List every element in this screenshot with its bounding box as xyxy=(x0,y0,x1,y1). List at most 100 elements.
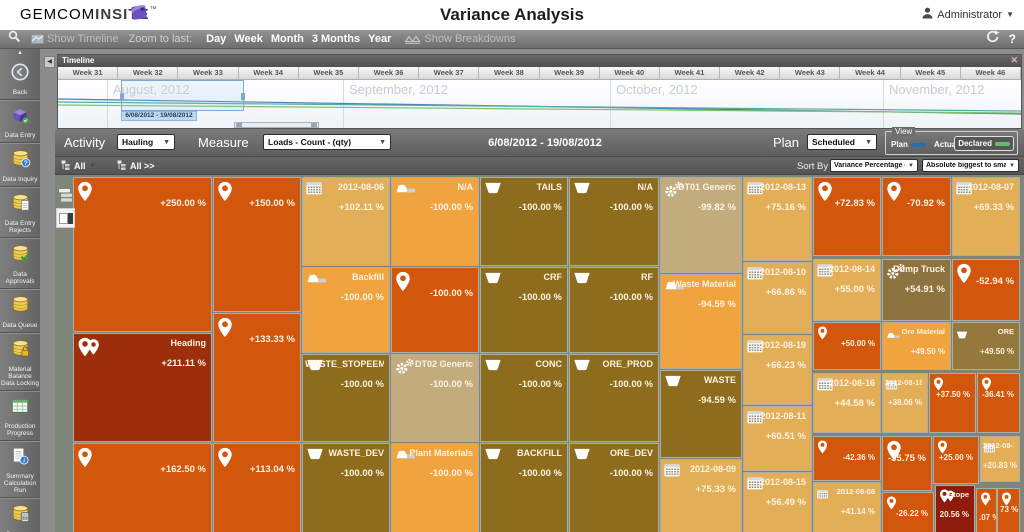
timeline-collapse-button[interactable]: ◀ xyxy=(44,56,55,68)
tile-variance-value: -100.00 % xyxy=(394,468,473,479)
treemap-tile[interactable]: -52.94 % xyxy=(953,260,1019,320)
sidebar-item-back[interactable]: Back xyxy=(0,58,40,100)
timeline-scrollbar[interactable] xyxy=(234,122,319,128)
sidebar-item-data-entry-rejects[interactable]: Data Entry Rejects xyxy=(0,187,40,238)
sidebar-scroll-up-icon[interactable]: ▲ xyxy=(0,49,40,58)
treemap-tile[interactable]: -42.36 % xyxy=(814,437,880,480)
treemap-tile-ore-dev[interactable]: ORE_DEV-100.00 % xyxy=(570,444,658,532)
treemap-tile[interactable]: -36.41 % xyxy=(978,374,1019,432)
treemap-tile[interactable]: +37.50 % xyxy=(930,374,975,432)
sidebar-item-data-queue[interactable]: Data Queue xyxy=(0,289,40,333)
treemap-tile[interactable]: -100.00 % xyxy=(392,268,478,352)
treemap-tile-backfill[interactable]: BACKFILL-100.00 % xyxy=(481,444,567,532)
treemap-tile-2012-08-12[interactable]: 2012-08-12+20.83 % xyxy=(981,437,1019,481)
activity-select[interactable]: Hauling▼ xyxy=(117,134,175,150)
treemap-tile-tails[interactable]: TAILS-100.00 % xyxy=(481,178,567,265)
sort-field-select[interactable]: Variance Percentage (%)▼ xyxy=(830,159,918,172)
treemap-tile-heading[interactable]: Heading+211.11 % xyxy=(74,334,211,441)
treemap-tile-conc[interactable]: CONC-100.00 % xyxy=(481,355,567,441)
sidebar-item-summary-calculation-run[interactable]: iSummary Calculation Run xyxy=(0,441,40,498)
treemap-tile-2012-08-14[interactable]: 2012-08-14+55.00 % xyxy=(814,260,880,320)
treemap-tile-2012-08-07[interactable]: 2012-08-07+69.33 % xyxy=(953,178,1019,255)
sidebar-item-data-inquiry[interactable]: ?Data Inquiry xyxy=(0,143,40,187)
chevron-down-icon: ▼ xyxy=(908,163,914,169)
sidebar-item-data-approvals[interactable]: Data Approvals xyxy=(0,238,40,289)
treemap-tile-waste-dev[interactable]: WASTE_DEV-100.00 % xyxy=(303,444,389,532)
filter-all-1[interactable]: All▼ xyxy=(61,160,95,171)
treemap-tile-rf[interactable]: RF-100.00 % xyxy=(570,268,658,352)
show-timeline-button[interactable]: Show Timeline xyxy=(31,33,119,45)
treemap-tile[interactable]: +50.00 % xyxy=(814,323,880,369)
treemap-tile[interactable]: +250.00 % xyxy=(74,178,211,331)
filter-all-2[interactable]: All >> xyxy=(117,160,155,171)
treemap-tile[interactable]: +133.33 % xyxy=(214,314,300,441)
treemap-tile-2012-08-15[interactable]: 2012-08-15+56.49 % xyxy=(744,473,811,532)
treemap-tile-n-a[interactable]: N/A-100.00 % xyxy=(570,178,658,265)
close-icon[interactable]: ✕ xyxy=(1010,55,1018,66)
treemap-tile-2012-08-11[interactable]: 2012-08-11+60.51 % xyxy=(744,407,811,470)
treemap-tile[interactable]: -35.75 % xyxy=(883,437,931,490)
treemap-tile-2012-08-13[interactable]: 2012-08-13+75.16 % xyxy=(744,178,811,260)
treemap-tile[interactable]: 73 % xyxy=(998,489,1019,532)
treemap-tile-crf[interactable]: CRF-100.00 % xyxy=(481,268,567,352)
show-breakdowns-button[interactable]: Show Breakdowns xyxy=(405,33,515,45)
treemap-tile-dump-truck[interactable]: Dump Truck+54.91 % xyxy=(883,260,950,320)
sidebar-item-data-entry[interactable]: Data Entry xyxy=(0,100,40,143)
treemap-tile-stope[interactable]: Stope20.56 % xyxy=(936,486,974,532)
tile-label: 2012-08-19 xyxy=(746,340,806,350)
treemap-tile-2012-08-18[interactable]: 2012-08-18+38.06 % xyxy=(883,374,927,432)
activity-bar: Activity Hauling▼ Measure Loads - Count … xyxy=(55,129,1024,157)
treemap-tile[interactable]: -70.92 % xyxy=(883,178,950,255)
view-declared-button[interactable]: Declared xyxy=(954,136,1014,151)
treemap-tile-waste-material[interactable]: Waste Material-94.59 % xyxy=(661,275,741,368)
tile-variance-value: +41.14 % xyxy=(816,507,875,516)
treemap-tile[interactable]: +25.00 % xyxy=(934,437,978,483)
tile-label: N/A xyxy=(572,182,653,192)
treemap-tile-backfill[interactable]: Backfill-100.00 % xyxy=(303,268,389,352)
treemap-tile[interactable]: +150.00 % xyxy=(214,178,300,311)
treemap-tile-ore-prod[interactable]: ORE_PROD-100.00 % xyxy=(570,355,658,441)
treemap-tile-n-a[interactable]: N/A-100.00 % xyxy=(392,178,478,265)
hierarchy-view-button[interactable] xyxy=(56,185,75,205)
treemap-tile-a[interactable]: A.07 % xyxy=(977,489,996,532)
treemap-tile-plant-materials[interactable]: Plant Materials-100.00 % xyxy=(392,444,478,532)
sidebar-item-production-progress[interactable]: Production Progress xyxy=(0,391,40,441)
zoom-option-3-months[interactable]: 3 Months xyxy=(312,33,360,45)
plan-select[interactable]: Scheduled▼ xyxy=(807,134,877,150)
zoom-option-week[interactable]: Week xyxy=(234,33,263,45)
refresh-icon[interactable] xyxy=(986,30,1000,48)
treemap-tile-2012-08-06[interactable]: 2012-08-06+102.11 % xyxy=(303,178,389,265)
week-cell: Week 44 xyxy=(840,67,900,80)
treemap-tile-2012-08-16[interactable]: 2012-08-16+44.58 % xyxy=(814,374,880,432)
search-icon[interactable] xyxy=(8,30,21,48)
treemap-tile[interactable]: +162.50 % xyxy=(74,444,211,532)
selection-right-handle[interactable] xyxy=(241,93,245,100)
treemap-tile-2012-08-09[interactable]: 2012-08-09+75.33 % xyxy=(661,460,741,532)
sort-by-label: Sort By xyxy=(797,161,828,172)
tile-variance-value: -100.00 % xyxy=(483,202,562,213)
sidebar-item-summary-calculation-sheets[interactable]: Summary Calculation Sheets xyxy=(0,498,40,532)
treemap-tile-waste[interactable]: WASTE-94.59 % xyxy=(661,371,741,457)
zoom-option-day[interactable]: Day xyxy=(206,33,226,45)
treemap-tile-2012-08-08[interactable]: 2012-08-08+41.14 % xyxy=(814,483,880,532)
treemap-tile-waste-stopeempty[interactable]: WASTE_STOPEEMPTY-100.00 % xyxy=(303,355,389,441)
cube-icon xyxy=(10,112,30,129)
tile-variance-value: +56.49 % xyxy=(746,497,806,508)
treemap-tile-dt02-generic[interactable]: DT02 Generic-100.00 % xyxy=(392,355,478,441)
measure-select[interactable]: Loads - Count - (qty)▼ xyxy=(263,134,391,150)
zoom-option-year[interactable]: Year xyxy=(368,33,391,45)
help-button[interactable]: ? xyxy=(1009,32,1016,46)
sidebar-item-material-balance-data-locking[interactable]: Material Balance Data Locking xyxy=(0,333,40,391)
sort-order-select[interactable]: Absolute biggest to smallest▼ xyxy=(922,159,1019,172)
detail-view-button[interactable] xyxy=(56,208,75,228)
treemap-tile[interactable]: +113.04 % xyxy=(214,444,300,532)
treemap-tile-2012-08-19[interactable]: 2012-08-19+66.23 % xyxy=(744,336,811,404)
treemap-tile[interactable]: -26.22 % xyxy=(883,493,933,532)
zoom-option-month[interactable]: Month xyxy=(271,33,304,45)
treemap-tile-dt01-generic[interactable]: DT01 Generic-99.82 % xyxy=(661,178,741,272)
treemap-tile[interactable]: +72.83 % xyxy=(814,178,880,255)
treemap-tile-2012-08-10[interactable]: 2012-08-10+66.86 % xyxy=(744,263,811,333)
user-menu[interactable]: Administrator ▼ xyxy=(922,7,1014,22)
treemap-tile-ore[interactable]: ORE+49.50 % xyxy=(953,323,1019,369)
treemap-tile-ore-material[interactable]: Ore Material+49.50 % xyxy=(883,323,950,369)
